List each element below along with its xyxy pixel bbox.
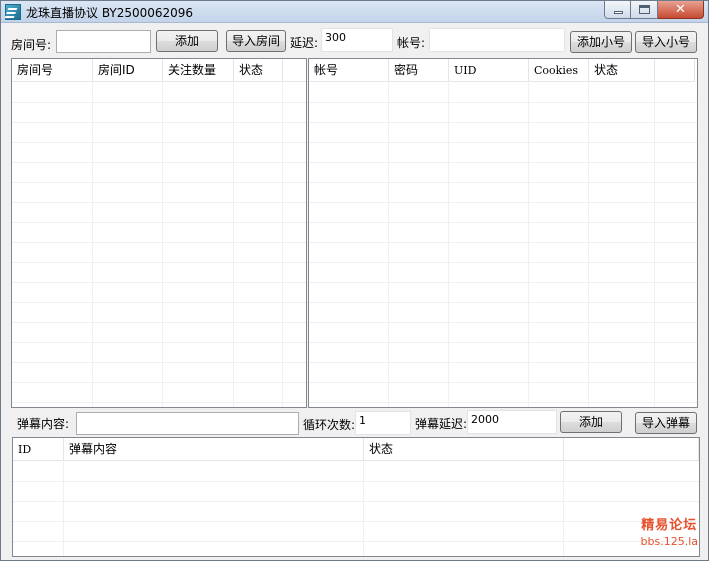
- caption-buttons: ✕: [604, 1, 704, 19]
- add-room-button[interactable]: 添加: [156, 30, 218, 52]
- danmu-list-body[interactable]: [13, 462, 699, 556]
- column-header-room-id[interactable]: 房间ID: [93, 59, 163, 82]
- column-header-room-status[interactable]: 状态: [234, 59, 283, 82]
- delay-input[interactable]: 300: [321, 28, 393, 52]
- window-title: 龙珠直播协议 BY2500062096: [26, 6, 194, 20]
- account-label: 帐号:: [397, 36, 426, 50]
- column-header-account[interactable]: 帐号: [309, 59, 389, 82]
- title-bar[interactable]: 龙珠直播协议 BY2500062096 ✕: [1, 1, 708, 23]
- watermark-url: bbs.125.la: [640, 535, 698, 548]
- add-danmu-button[interactable]: 添加: [560, 411, 622, 433]
- close-icon: ✕: [675, 2, 686, 17]
- column-header-room-extra: [283, 59, 306, 82]
- import-room-button[interactable]: 导入房间: [226, 30, 286, 52]
- column-header-uid[interactable]: UID: [449, 59, 529, 82]
- account-input[interactable]: [429, 28, 565, 52]
- danmu-delay-input[interactable]: 2000: [467, 410, 557, 434]
- maximize-button[interactable]: [631, 1, 658, 19]
- account-list-body[interactable]: [309, 83, 697, 407]
- delay-label: 延迟:: [290, 36, 319, 50]
- room-list[interactable]: 房间号 房间ID 关注数量 状态: [11, 58, 307, 408]
- app-icon: [5, 4, 21, 20]
- danmu-list[interactable]: ID 弹幕内容 状态: [12, 437, 700, 557]
- minimize-icon: [614, 11, 623, 14]
- column-header-account-extra: [655, 59, 695, 82]
- danmu-content-input[interactable]: [76, 412, 299, 435]
- column-header-follow-count[interactable]: 关注数量: [163, 59, 234, 82]
- maximize-icon: [639, 5, 650, 14]
- loop-count-input[interactable]: 1: [355, 411, 411, 435]
- danmu-content-label: 弹幕内容:: [17, 417, 70, 431]
- room-list-body[interactable]: [12, 83, 306, 407]
- room-number-label: 房间号:: [11, 38, 52, 52]
- column-header-danmu-content[interactable]: 弹幕内容: [64, 438, 364, 461]
- loop-count-label: 循环次数:: [303, 418, 356, 432]
- import-account-button[interactable]: 导入小号: [635, 31, 697, 53]
- column-header-room-number[interactable]: 房间号: [12, 59, 93, 82]
- column-header-cookies[interactable]: Cookies: [529, 59, 589, 82]
- account-list[interactable]: 帐号 密码 UID Cookies 状态: [308, 58, 698, 408]
- room-list-header: 房间号 房间ID 关注数量 状态: [12, 59, 306, 82]
- app-window: 龙珠直播协议 BY2500062096 ✕ 房间号: 添加 导入房间 延迟: 3…: [0, 0, 709, 561]
- close-button[interactable]: ✕: [658, 1, 704, 19]
- room-number-input[interactable]: [56, 30, 151, 53]
- add-account-button[interactable]: 添加小号: [570, 31, 632, 53]
- column-header-danmu-id[interactable]: ID: [13, 438, 64, 461]
- watermark-title: 精易论坛: [641, 518, 698, 533]
- import-danmu-button[interactable]: 导入弹幕: [635, 412, 697, 434]
- column-header-account-status[interactable]: 状态: [589, 59, 655, 82]
- danmu-delay-label: 弹幕延迟:: [415, 417, 468, 431]
- column-header-password[interactable]: 密码: [389, 59, 449, 82]
- minimize-button[interactable]: [604, 1, 631, 19]
- account-list-header: 帐号 密码 UID Cookies 状态: [309, 59, 695, 82]
- danmu-list-header: ID 弹幕内容 状态: [13, 438, 699, 461]
- forum-watermark: 精易论坛 bbs.125.la: [641, 518, 698, 550]
- column-header-danmu-extra: [564, 438, 699, 461]
- column-header-danmu-status[interactable]: 状态: [364, 438, 564, 461]
